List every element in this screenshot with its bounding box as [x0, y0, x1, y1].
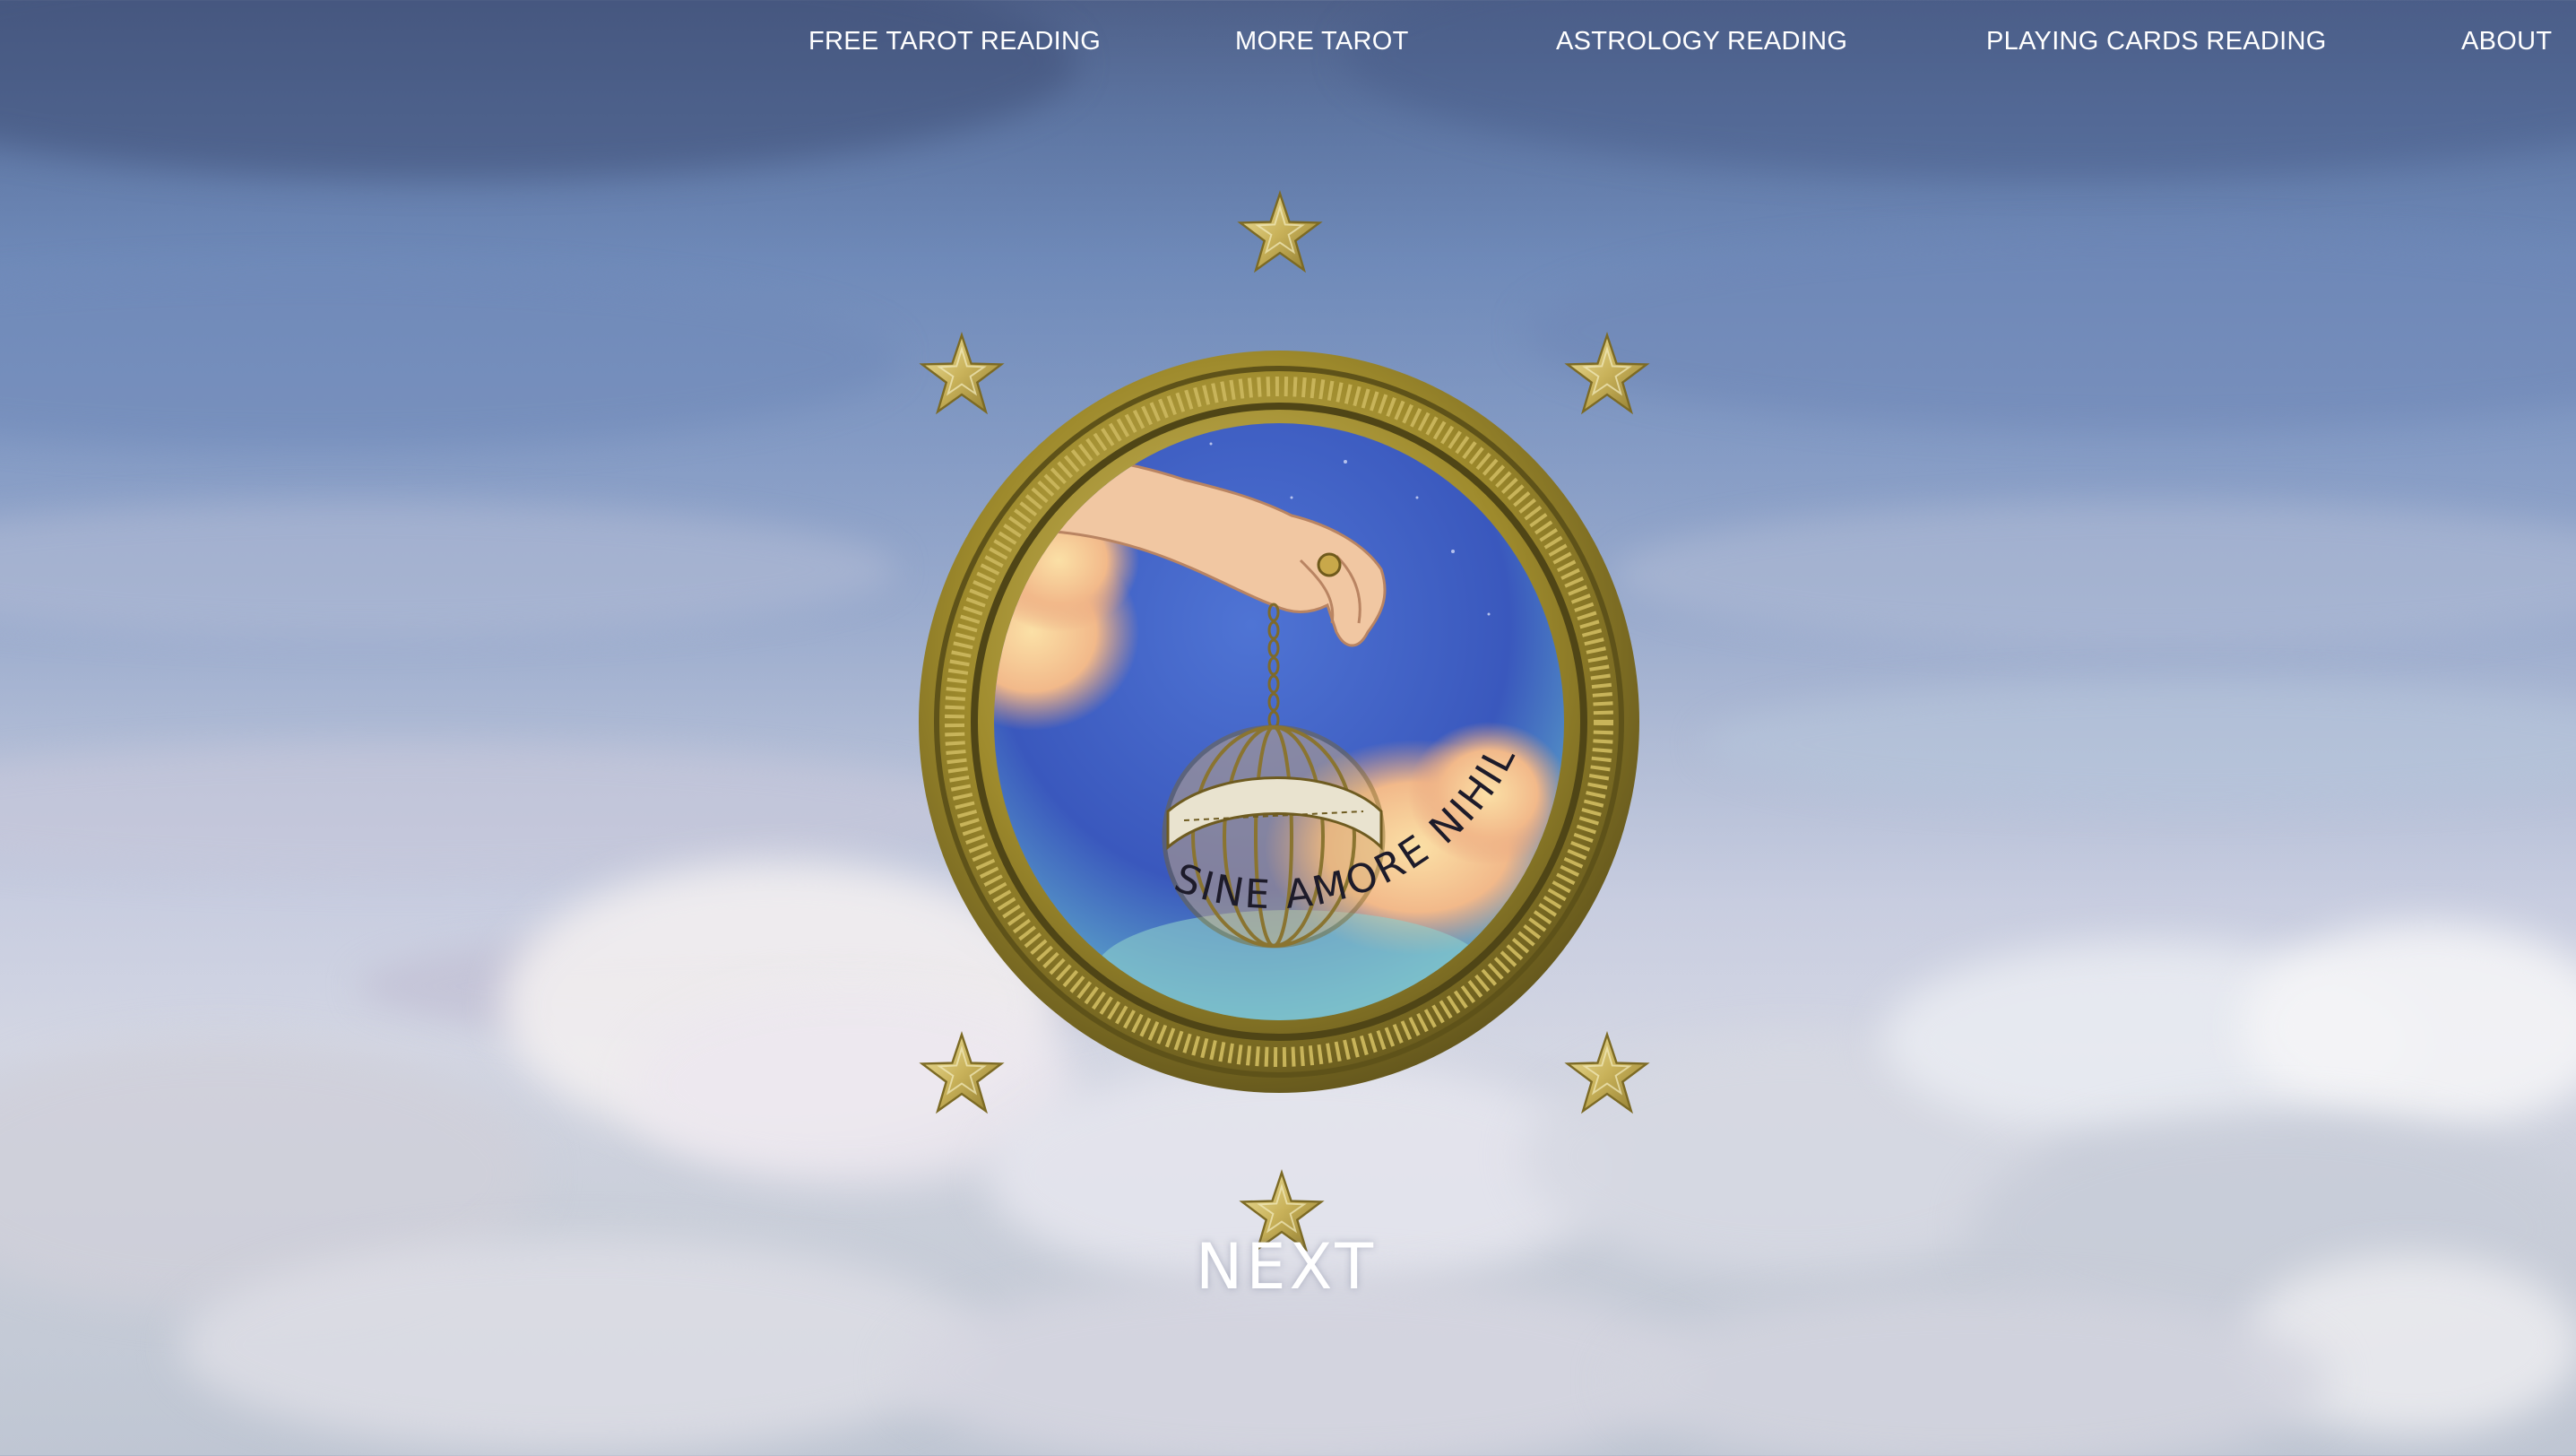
nav-link-astrology-reading[interactable]: ASTROLOGY READING	[1556, 27, 1847, 56]
top-navigation: FREE TAROT READING MORE TAROT ASTROLOGY …	[0, 0, 2576, 86]
nav-link-playing-cards-reading[interactable]: PLAYING CARDS READING	[1986, 27, 2327, 56]
nav-link-about[interactable]: ABOUT	[2461, 27, 2552, 56]
next-button[interactable]: NEXT	[1165, 1226, 1407, 1307]
gold-star-icon	[1237, 190, 1323, 276]
nav-link-more-tarot[interactable]: MORE TAROT	[1235, 27, 1409, 56]
tarot-medallion: SINE AMORE NIHIL	[915, 345, 1643, 1098]
nav-link-free-tarot-reading[interactable]: FREE TAROT READING	[808, 27, 1101, 56]
